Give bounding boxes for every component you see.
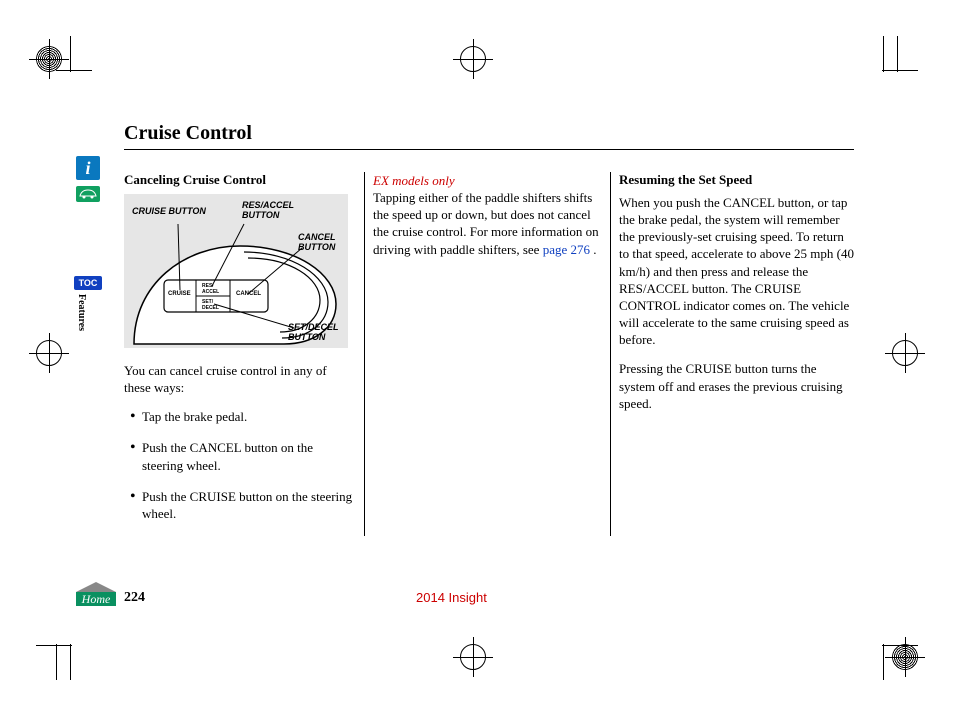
registration-target-icon (36, 340, 62, 366)
registration-target-icon (460, 644, 486, 670)
subhead-resuming: Resuming the Set Speed (619, 172, 854, 188)
fig-label-res-accel: RES/ACCEL BUTTON (242, 200, 302, 220)
list-item: Tap the brake pedal. (130, 408, 356, 425)
ex-models-label: EX models only (373, 173, 455, 188)
column-1: Canceling Cruise Control (124, 172, 364, 536)
list-item: Push the CRUISE button on the steering w… (130, 488, 356, 522)
column-2: EX models only Tapping either of the pad… (364, 172, 610, 536)
crop-mark (56, 644, 57, 680)
resuming-p1: When you push the CANCEL button, or tap … (619, 194, 854, 348)
fig-label-cruise: CRUISE BUTTON (132, 206, 206, 216)
cancel-intro: You can cancel cruise control in any of … (124, 362, 356, 396)
page-number: 224 (124, 590, 145, 606)
page-title: Cruise Control (124, 122, 854, 150)
crop-mark (882, 70, 918, 71)
home-button[interactable]: Home (76, 582, 116, 606)
subhead-canceling: Canceling Cruise Control (124, 172, 356, 188)
registration-target-icon (892, 340, 918, 366)
cancel-methods-list: Tap the brake pedal. Push the CANCEL but… (130, 408, 356, 522)
home-label: Home (76, 592, 116, 606)
fig-btn-set: SET/ DECEL (202, 299, 226, 311)
registration-mark-icon (892, 644, 918, 670)
resuming-p2: Pressing the CRUISE button turns the sys… (619, 360, 854, 411)
registration-mark-icon (36, 46, 62, 72)
note-body-2: . (590, 242, 597, 257)
fig-btn-cancel: CANCEL (236, 291, 261, 297)
crop-mark (56, 70, 92, 71)
column-3: Resuming the Set Speed When you push the… (610, 172, 854, 536)
ex-models-note: EX models only Tapping either of the pad… (373, 172, 602, 258)
fig-btn-cruise: CRUISE (168, 291, 191, 297)
crop-mark (36, 645, 72, 646)
fig-btn-res: RES/ ACCEL (202, 283, 226, 295)
home-roof-icon (76, 582, 116, 592)
crop-mark (882, 645, 918, 646)
fig-label-set-decel: SET/DECEL BUTTON (288, 322, 348, 342)
page-content: Cruise Control Canceling Cruise Control (124, 122, 854, 536)
crop-mark (70, 36, 71, 72)
sidebar-widgets: i TOC Features (76, 156, 116, 331)
crop-mark (70, 644, 71, 680)
crop-mark (883, 644, 884, 680)
fig-label-cancel: CANCEL BUTTON (298, 232, 348, 252)
toc-button[interactable]: TOC (74, 276, 102, 290)
car-icon[interactable] (76, 186, 100, 202)
page-footer: Home 224 2014 Insight (76, 582, 854, 610)
section-tab-features[interactable]: Features (76, 294, 87, 331)
crop-mark (883, 36, 884, 72)
list-item: Push the CANCEL button on the steering w… (130, 439, 356, 473)
info-icon[interactable]: i (76, 156, 100, 180)
crop-mark (897, 36, 898, 72)
page-link-276[interactable]: page 276 (543, 242, 590, 257)
model-year: 2014 Insight (416, 590, 487, 605)
steering-wheel-diagram: CRUISE BUTTON RES/ACCEL BUTTON CANCEL BU… (124, 194, 348, 348)
registration-target-icon (460, 46, 486, 72)
